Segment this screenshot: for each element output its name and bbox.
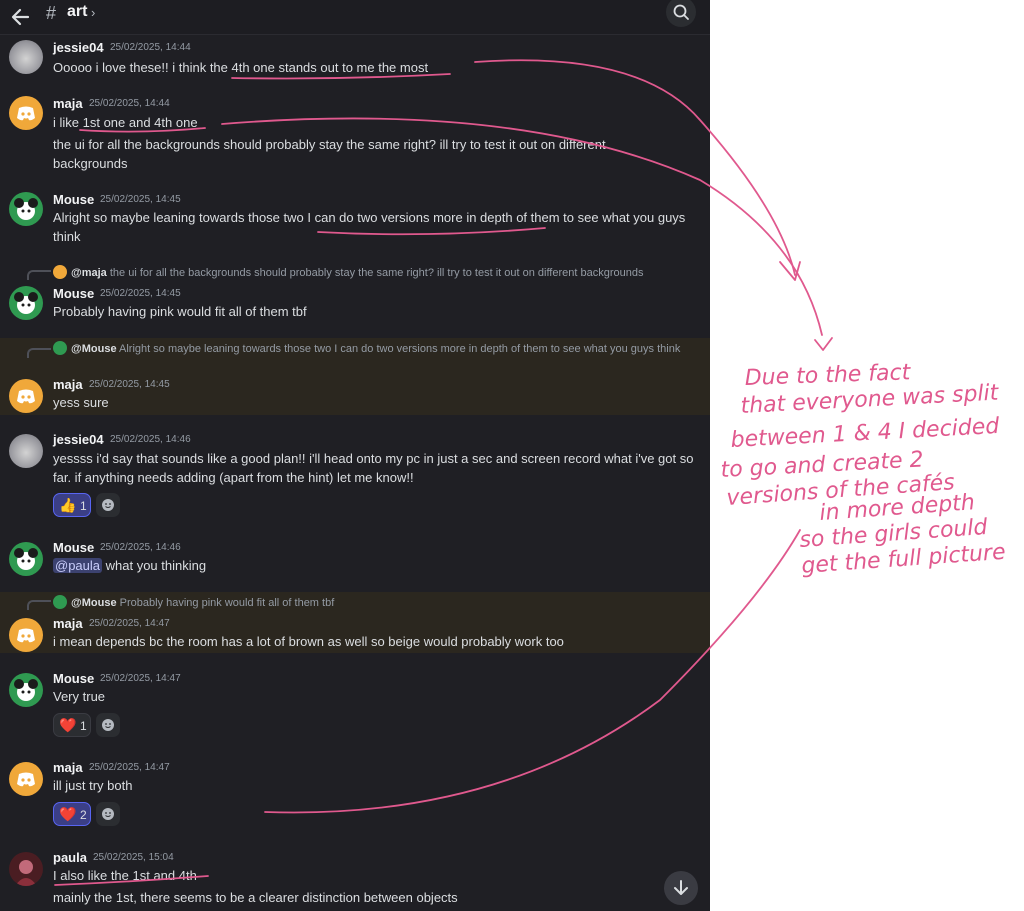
annotation-overlay: Due to the fact that everyone was split …: [54, 59, 1006, 886]
arrow-line: [221, 117, 823, 336]
underline: [317, 227, 546, 236]
handwritten-note-line: between 1 & 4 I decided: [730, 414, 1001, 453]
arrow-head: [814, 337, 833, 351]
arrow-line: [474, 59, 796, 276]
underline: [231, 73, 451, 80]
arrow-line: [264, 529, 801, 814]
underline: [79, 127, 206, 133]
underline: [54, 875, 209, 886]
